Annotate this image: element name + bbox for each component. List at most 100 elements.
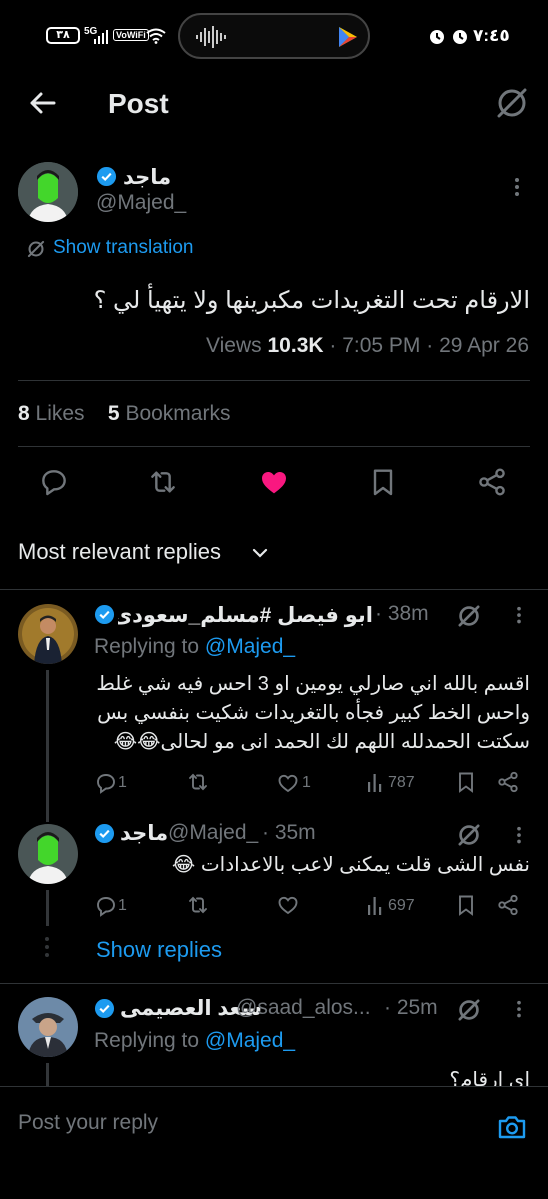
replying-handle[interactable]: @Majed_ xyxy=(205,1029,295,1052)
bookmarks-label: Bookmarks xyxy=(125,402,231,425)
post-meta: Views 10.3K · 7:05 PM · 29 Apr 26 xyxy=(206,334,529,358)
verified-icon xyxy=(94,998,115,1019)
reply-1-views[interactable]: 787 xyxy=(366,770,426,796)
bookmarks-count: 5 xyxy=(107,402,120,425)
bookmark-button[interactable] xyxy=(367,466,399,498)
replying-prefix: Replying to xyxy=(94,635,200,658)
more-icon xyxy=(515,178,519,196)
grok-icon xyxy=(458,605,480,627)
reply-icon xyxy=(97,897,115,917)
reply-2-views[interactable]: 697 xyxy=(366,893,426,919)
author-name-row[interactable]: ماجد xyxy=(96,166,496,190)
reply-2-author-name[interactable]: ماجد xyxy=(120,821,168,846)
reply-1-text: اقسم بالله اني صارلي يومين او 3 احس فيه … xyxy=(94,670,530,757)
post-text: الارقام تحت التغريدات مكبرينها ولا يتهيأ… xyxy=(93,287,530,314)
reply-input[interactable]: Post your reply xyxy=(18,1111,478,1141)
divider xyxy=(0,983,548,984)
reply-2-handle[interactable]: @Majed_ xyxy=(168,821,258,845)
reply-2-repost-button[interactable] xyxy=(186,893,226,919)
battery-indicator: ٣٨ xyxy=(46,27,80,44)
reply-2-share-button[interactable] xyxy=(496,893,522,919)
share-icon xyxy=(479,468,505,496)
share-icon xyxy=(498,894,518,916)
views-icon xyxy=(368,774,382,792)
heart-icon xyxy=(278,896,298,915)
more-icon xyxy=(517,606,521,624)
back-button[interactable] xyxy=(26,86,60,120)
reply-3-avatar[interactable] xyxy=(18,997,78,1057)
repost-icon xyxy=(151,471,175,493)
reply-2-text: نفس الشى قلت يمكنى لاعب بالاعدادات 😂 xyxy=(94,851,530,880)
wifi-icon xyxy=(146,28,166,44)
dynamic-island[interactable] xyxy=(178,13,370,59)
replying-handle[interactable]: @Majed_ xyxy=(205,635,295,658)
bookmark-icon xyxy=(373,469,393,496)
verified-icon xyxy=(96,166,117,187)
author-avatar[interactable] xyxy=(18,162,78,222)
reply-1-reply-button[interactable]: 1 xyxy=(94,770,154,796)
sort-label: Most relevant replies xyxy=(18,539,221,564)
reply-2-grok-button[interactable] xyxy=(456,822,482,848)
grok-icon xyxy=(458,999,480,1021)
avatar-image xyxy=(18,997,78,1057)
reply-1-more-button[interactable] xyxy=(508,604,530,628)
reply-2-more-button[interactable] xyxy=(508,824,530,848)
alarm-icon-2 xyxy=(453,30,467,44)
reply-1-grok-button[interactable] xyxy=(456,603,482,629)
reply-button[interactable] xyxy=(38,466,70,498)
translation-label: Show translation xyxy=(53,237,194,258)
reply-2-avatar[interactable] xyxy=(18,824,78,884)
repost-button[interactable] xyxy=(147,466,179,498)
back-arrow-icon xyxy=(30,92,56,114)
replying-prefix: Replying to xyxy=(94,1029,200,1052)
reply-2-reply-button[interactable]: 1 xyxy=(94,893,154,919)
verified-icon xyxy=(94,604,115,625)
like-button[interactable] xyxy=(258,466,290,498)
reply-2-time: · 35m xyxy=(262,821,316,844)
bookmarks-stat[interactable]: 5 Bookmarks xyxy=(108,402,231,425)
reply-1-repost-button[interactable] xyxy=(186,770,226,796)
grok-button[interactable] xyxy=(495,86,529,120)
show-translation-link[interactable]: Show translation xyxy=(26,236,216,262)
author-handle[interactable]: @Majed_ xyxy=(96,191,186,215)
views-count: 10.3K xyxy=(267,334,324,357)
avatar-image xyxy=(18,604,78,664)
reply-1-like-button[interactable]: 1 xyxy=(276,770,336,796)
reply-1-time: · 38m xyxy=(375,602,429,625)
divider xyxy=(0,589,548,590)
repost-icon xyxy=(189,773,207,791)
likes-stat[interactable]: 8 Likes xyxy=(18,402,85,425)
reply-sort-dropdown[interactable]: Most relevant replies xyxy=(18,538,278,568)
reply-1-share-button[interactable] xyxy=(496,770,522,796)
reply-3-more-button[interactable] xyxy=(508,998,530,1022)
audio-wave-icon xyxy=(196,26,226,48)
camera-button[interactable] xyxy=(496,1111,528,1143)
repost-icon xyxy=(189,896,207,914)
post-more-button[interactable] xyxy=(505,176,529,200)
avatar-image xyxy=(18,162,78,222)
reply-3-handle[interactable]: @saad_alos... xyxy=(236,996,371,1020)
share-button[interactable] xyxy=(476,466,508,498)
show-replies-link[interactable]: Show replies xyxy=(96,937,222,963)
post-timestamp: · 7:05 PM · 29 Apr 26 xyxy=(329,334,529,357)
signal-icon xyxy=(94,30,108,44)
likes-label: Likes xyxy=(35,402,85,425)
bookmark-icon xyxy=(459,895,473,916)
reply-3-replying-to: Replying to @Majed_ xyxy=(94,1029,295,1053)
reply-1-avatar[interactable] xyxy=(18,604,78,664)
translate-icon xyxy=(27,240,45,258)
reply-1-author-name[interactable]: ابو فيصل #مسلم_سعودى_ه... xyxy=(118,603,373,629)
reply-2-like-button[interactable] xyxy=(276,893,316,919)
author-name: ماجد xyxy=(123,166,172,189)
reply-1-bookmark-button[interactable] xyxy=(454,770,480,796)
more-icon xyxy=(517,826,521,844)
page-title: Post xyxy=(108,88,169,119)
status-bar: ٣٨ 5G VoWiFi ٧:٤٥ xyxy=(0,0,548,72)
reply-2-bookmark-button[interactable] xyxy=(454,893,480,919)
views-count: 787 xyxy=(388,774,415,791)
reply-count: 1 xyxy=(118,774,127,791)
reply-3-grok-button[interactable] xyxy=(456,997,482,1023)
chevron-down-icon xyxy=(252,548,268,558)
divider xyxy=(18,446,530,447)
likes-count: 8 xyxy=(18,402,30,425)
